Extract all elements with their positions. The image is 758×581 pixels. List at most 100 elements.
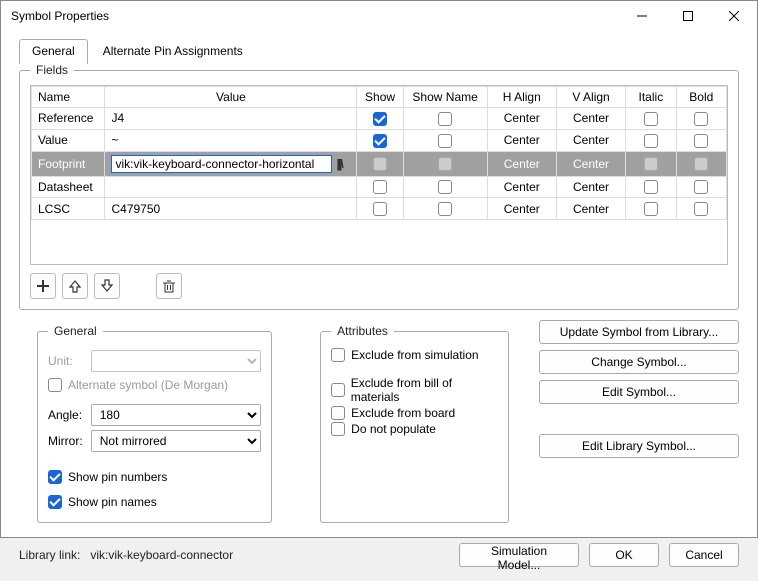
exclude-bom-row[interactable]: Exclude from bill of materials xyxy=(331,376,498,404)
checkbox[interactable] xyxy=(694,202,708,216)
checkbox[interactable] xyxy=(644,157,658,171)
cell-valign[interactable]: Center xyxy=(556,108,625,130)
checkbox[interactable] xyxy=(438,157,452,171)
tab-general[interactable]: General xyxy=(19,39,88,64)
general-legend: General xyxy=(48,324,103,338)
exclude-board-checkbox[interactable] xyxy=(331,406,345,420)
minimize-icon xyxy=(637,11,647,21)
exclude-sim-row[interactable]: Exclude from simulation xyxy=(331,348,498,362)
delete-field-button[interactable] xyxy=(156,273,182,299)
show-pin-numbers-row[interactable]: Show pin numbers xyxy=(48,470,167,484)
col-value[interactable]: Value xyxy=(105,87,357,108)
checkbox[interactable] xyxy=(644,180,658,194)
cell-valign[interactable]: Center xyxy=(556,129,625,151)
show-pin-names-checkbox[interactable] xyxy=(48,495,62,509)
table-row[interactable]: Value~CenterCenter xyxy=(32,129,727,151)
angle-select[interactable]: 180 xyxy=(91,404,261,426)
library-link-label: Library link: xyxy=(19,548,80,562)
exclude-board-row[interactable]: Exclude from board xyxy=(331,406,498,420)
cell-halign[interactable]: Center xyxy=(487,108,556,130)
dnp-row[interactable]: Do not populate xyxy=(331,422,498,436)
maximize-button[interactable] xyxy=(665,1,711,31)
tab-alternate-pin-assignments[interactable]: Alternate Pin Assignments xyxy=(90,39,256,64)
edit-library-symbol-button[interactable]: Edit Library Symbol... xyxy=(539,434,739,458)
simulation-model-button[interactable]: Simulation Model... xyxy=(459,543,579,567)
checkbox[interactable] xyxy=(373,180,387,194)
cell-halign[interactable]: Center xyxy=(487,151,556,176)
checkbox[interactable] xyxy=(373,112,387,126)
col-valign[interactable]: V Align xyxy=(556,87,625,108)
mirror-row: Mirror: Not mirrored xyxy=(48,430,261,452)
cell-valign[interactable]: Center xyxy=(556,151,625,176)
table-row[interactable]: ReferenceJ4CenterCenter xyxy=(32,108,727,130)
checkbox[interactable] xyxy=(694,157,708,171)
footprint-input[interactable] xyxy=(111,155,332,173)
move-up-button[interactable] xyxy=(62,273,88,299)
mirror-label: Mirror: xyxy=(48,434,83,448)
move-down-button[interactable] xyxy=(94,273,120,299)
col-show-name[interactable]: Show Name xyxy=(403,87,487,108)
dnp-checkbox[interactable] xyxy=(331,422,345,436)
window-title: Symbol Properties xyxy=(11,9,619,23)
checkbox[interactable] xyxy=(438,202,452,216)
exclude-bom-checkbox[interactable] xyxy=(331,383,345,397)
col-bold[interactable]: Bold xyxy=(676,87,726,108)
checkbox[interactable] xyxy=(438,134,452,148)
library-link-value: vik:vik-keyboard-connector xyxy=(90,548,233,562)
plus-icon xyxy=(36,279,50,293)
library-browse-icon[interactable]: |||\ xyxy=(334,157,350,171)
checkbox[interactable] xyxy=(644,134,658,148)
checkbox[interactable] xyxy=(373,157,387,171)
checkbox[interactable] xyxy=(694,180,708,194)
minimize-button[interactable] xyxy=(619,1,665,31)
update-symbol-button[interactable]: Update Symbol from Library... xyxy=(539,320,739,344)
fields-table-wrap: Name Value Show Show Name H Align V Alig… xyxy=(30,85,728,265)
table-row[interactable]: Datasheet CenterCenter xyxy=(32,176,727,198)
show-pin-names-label: Show pin names xyxy=(68,495,157,509)
cancel-button[interactable]: Cancel xyxy=(669,543,739,567)
change-symbol-button[interactable]: Change Symbol... xyxy=(539,350,739,374)
fields-toolbar xyxy=(30,273,728,299)
table-row[interactable]: LCSCC479750CenterCenter xyxy=(32,198,727,220)
table-row[interactable]: Footprint |||\ CenterCenter xyxy=(32,151,727,176)
cell-name: LCSC xyxy=(32,198,105,220)
maximize-icon xyxy=(683,11,693,21)
cell-name: Footprint xyxy=(32,151,105,176)
checkbox[interactable] xyxy=(644,112,658,126)
angle-label: Angle: xyxy=(48,408,83,422)
add-field-button[interactable] xyxy=(30,273,56,299)
checkbox[interactable] xyxy=(373,202,387,216)
cell-value: ~ xyxy=(111,133,118,147)
tabstrip: General Alternate Pin Assignments xyxy=(1,31,757,64)
ok-button[interactable]: OK xyxy=(589,543,659,567)
cell-halign[interactable]: Center xyxy=(487,129,556,151)
cell-halign[interactable]: Center xyxy=(487,176,556,198)
col-italic[interactable]: Italic xyxy=(626,87,676,108)
cell-valign[interactable]: Center xyxy=(556,198,625,220)
col-show[interactable]: Show xyxy=(357,87,403,108)
show-pin-numbers-checkbox[interactable] xyxy=(48,470,62,484)
checkbox[interactable] xyxy=(694,134,708,148)
attributes-group: Attributes Exclude from simulation Exclu… xyxy=(320,324,509,523)
checkbox[interactable] xyxy=(438,112,452,126)
checkbox[interactable] xyxy=(373,134,387,148)
mid-section: General Unit: Alternate symbol (De Morga… xyxy=(1,320,757,533)
cell-valign[interactable]: Center xyxy=(556,176,625,198)
close-button[interactable] xyxy=(711,1,757,31)
footer: Library link: vik:vik-keyboard-connector… xyxy=(1,533,757,581)
show-pin-names-row[interactable]: Show pin names xyxy=(48,495,157,509)
table-header-row: Name Value Show Show Name H Align V Alig… xyxy=(32,87,727,108)
fields-group: Fields Name Value Show Show Name H Align… xyxy=(19,63,739,310)
exclude-sim-checkbox[interactable] xyxy=(331,348,345,362)
right-buttons-column: Update Symbol from Library... Change Sym… xyxy=(539,320,739,533)
col-name[interactable]: Name xyxy=(32,87,105,108)
col-halign[interactable]: H Align xyxy=(487,87,556,108)
checkbox[interactable] xyxy=(644,202,658,216)
checkbox[interactable] xyxy=(438,180,452,194)
cell-name: Datasheet xyxy=(32,176,105,198)
mirror-select[interactable]: Not mirrored xyxy=(91,430,261,452)
checkbox[interactable] xyxy=(694,112,708,126)
cell-halign[interactable]: Center xyxy=(487,198,556,220)
edit-symbol-button[interactable]: Edit Symbol... xyxy=(539,380,739,404)
exclude-bom-label: Exclude from bill of materials xyxy=(351,376,498,404)
